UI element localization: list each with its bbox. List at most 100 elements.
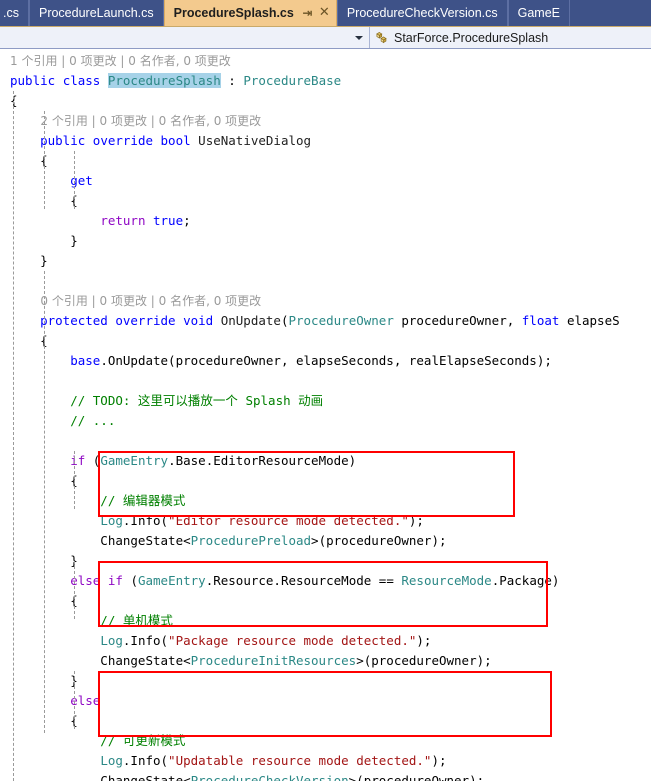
codelens-annotation: 2 个引用 | 0 项更改 | 0 名作者, 0 项更改 <box>0 111 651 131</box>
code-token: GameEntry <box>137 573 206 588</box>
code-token: "Editor resource mode detected." <box>168 513 409 528</box>
code-token: protected <box>10 313 116 328</box>
code-token: Log <box>100 513 123 528</box>
code-token: .Package) <box>491 573 560 588</box>
code-line: Log.Info("Updatable resource mode detect… <box>0 751 651 771</box>
member-dropdown[interactable] <box>0 27 370 48</box>
code-token: Log <box>100 633 123 648</box>
code-token: .Info( <box>122 753 169 768</box>
code-token: ChangeState< <box>10 533 191 548</box>
code-token: // ... <box>10 413 116 428</box>
code-token: OnUpdate <box>220 313 281 328</box>
code-line: { <box>0 331 651 351</box>
code-token: override <box>92 133 161 148</box>
code-token: void <box>183 313 221 328</box>
code-token: >(procedureOwner); <box>348 773 485 781</box>
code-line: else if (GameEntry.Resource.ResourceMode… <box>0 571 651 591</box>
code-token: // 编辑器模式 <box>10 493 186 508</box>
codelens-text[interactable]: 0 个引用 | 0 项更改 | 0 名作者, 0 项更改 <box>40 294 261 308</box>
code-token: .Resource.ResourceMode == <box>205 573 402 588</box>
class-symbol-icon <box>376 32 387 44</box>
close-icon[interactable]: ✕ <box>317 0 332 26</box>
codelens-text[interactable]: 2 个引用 | 0 项更改 | 0 名作者, 0 项更改 <box>40 114 261 128</box>
code-token: ChangeState< <box>10 653 191 668</box>
code-token: { <box>10 193 78 208</box>
document-tab-procedurecheckversioncs[interactable]: ProcedureCheckVersion.cs <box>336 0 508 26</box>
code-token: "Updatable resource mode detected." <box>168 753 432 768</box>
code-editor-surface[interactable]: 1 个引用 | 0 项更改 | 0 名作者, 0 项更改 public class… <box>0 49 651 781</box>
code-line: { <box>0 191 651 211</box>
code-line: Log.Info("Package resource mode detected… <box>0 631 651 651</box>
code-token: procedureOwner, <box>393 313 522 328</box>
code-line: { <box>0 471 651 491</box>
code-token: ProcedureCheckVersion <box>190 773 349 781</box>
code-line: if (GameEntry.Base.EditorResourceMode) <box>0 451 651 471</box>
document-tab-cs[interactable]: .cs <box>0 0 29 26</box>
code-text-layer: 1 个引用 | 0 项更改 | 0 名作者, 0 项更改 public class… <box>0 49 651 781</box>
code-token: ); <box>431 753 447 768</box>
code-token: ; <box>183 213 191 228</box>
code-token: { <box>10 153 48 168</box>
visual-studio-editor-window: .cs ProcedureLaunch.cs ProcedureSplash.cs ⇥… <box>0 0 651 781</box>
code-line: // ... <box>0 411 651 431</box>
code-token: .Info( <box>122 633 169 648</box>
navbar-scope-label: StarForce.ProcedureSplash <box>394 30 549 45</box>
chevron-down-icon[interactable] <box>355 35 363 40</box>
navigation-bar: StarForce.ProcedureSplash <box>0 26 651 49</box>
code-line: base.OnUpdate(procedureOwner, elapseSeco… <box>0 351 651 371</box>
code-line: return true; <box>0 211 651 231</box>
code-token: >(procedureOwner); <box>356 653 492 668</box>
type-dropdown[interactable]: StarForce.ProcedureSplash <box>370 27 651 48</box>
code-token: Log <box>100 753 123 768</box>
code-token: // TODO: 这里可以播放一个 Splash 动画 <box>10 393 324 408</box>
code-token: : <box>220 73 244 88</box>
code-token: else <box>70 693 101 708</box>
code-line: public override bool UseNativeDialog <box>0 131 651 151</box>
code-token: .Base.EditorResourceMode) <box>168 453 357 468</box>
code-token: } <box>10 253 48 268</box>
code-line: } <box>0 251 651 271</box>
code-token: ResourceMode <box>401 573 492 588</box>
pin-icon[interactable]: ⇥ <box>300 0 315 26</box>
code-token: elapseS <box>559 313 620 328</box>
code-token: { <box>10 333 48 348</box>
code-line: // 可更新模式 <box>0 731 651 751</box>
code-token: // 可更新模式 <box>10 733 186 748</box>
document-tab-gamee[interactable]: GameE <box>507 0 571 26</box>
code-token: { <box>10 93 18 108</box>
code-token: ProcedureInitResources <box>190 653 357 668</box>
code-token: GameEntry <box>100 453 169 468</box>
document-tab-procedurelaunchcs[interactable]: ProcedureLaunch.cs <box>28 0 164 26</box>
code-token: ChangeState< <box>10 773 191 781</box>
document-tab-label: .cs <box>3 6 19 20</box>
code-line: // TODO: 这里可以播放一个 Splash 动画 <box>0 391 651 411</box>
code-token: public <box>10 133 93 148</box>
code-line: get <box>0 171 651 191</box>
code-token: ProcedureBase <box>243 73 342 88</box>
code-token: } <box>10 673 78 688</box>
code-token: { <box>10 473 78 488</box>
code-token: public <box>10 73 63 88</box>
code-token: ProcedureSplash <box>107 73 221 88</box>
codelens-annotation: 0 个引用 | 0 项更改 | 0 名作者, 0 项更改 <box>0 291 651 311</box>
code-token: float <box>521 313 560 328</box>
code-token: // 单机模式 <box>10 613 173 628</box>
code-line: // 单机模式 <box>0 611 651 631</box>
code-token: .OnUpdate(procedureOwner, elapseSeconds,… <box>100 353 552 368</box>
code-token: ProcedureOwner <box>288 313 394 328</box>
code-line: } <box>0 231 651 251</box>
codelens-text[interactable]: 1 个引用 | 0 项更改 | 0 名作者, 0 项更改 <box>10 54 231 68</box>
code-token: if <box>70 453 93 468</box>
code-line: Log.Info("Editor resource mode detected.… <box>0 511 651 531</box>
code-line: } <box>0 671 651 691</box>
document-tab-proceduresplashcs[interactable]: ProcedureSplash.cs ⇥ ✕ <box>163 0 337 26</box>
